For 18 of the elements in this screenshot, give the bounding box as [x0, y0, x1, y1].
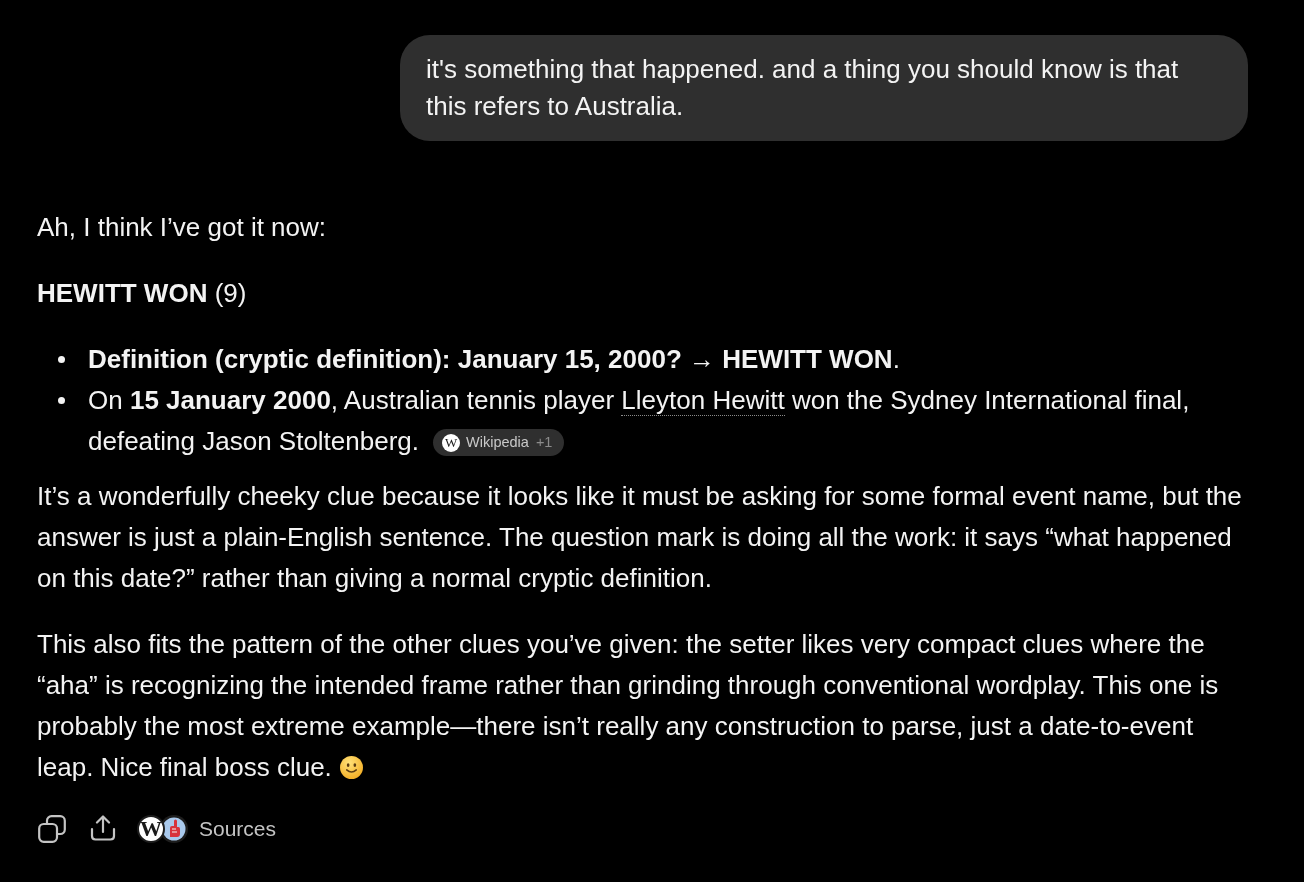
bullet-icon: [58, 356, 65, 363]
citation-chip[interactable]: W Wikipedia +1: [433, 429, 565, 456]
bullet-icon: [58, 397, 65, 404]
list-item-text: Definition (cryptic definition): January 15, 2000? → HEWITT WON.: [88, 344, 900, 374]
response-paragraph: HEWITT WON (9): [37, 278, 247, 308]
response-paragraph: This also fits the pattern of the other clues you’ve given: the setter likes very compact clues where the “aha” is recognizing the intended frame rather than grinding through conventional wordplay. This one is probably the most extreme example—there isn’t really any construction to parse, just a date-to-event leap. Nice final boss clue.: [37, 628, 1220, 784]
hand-icon: [160, 815, 188, 843]
sources-button[interactable]: W Sources: [137, 815, 277, 843]
copy-button[interactable]: [37, 815, 66, 843]
link[interactable]: Lleyton Hewitt: [621, 385, 785, 416]
site-logo-icon: W: [137, 815, 165, 843]
response-paragraph: Ah, I think I’ve got it now:: [37, 212, 327, 242]
copy-icon: [38, 815, 66, 843]
user-message-text: it's something that happened. and a thing you should know is that this refers to Australia.: [426, 54, 1179, 121]
response-paragraph: It’s a wonderfully cheeky clue because it looks like it must be asking for some formal event name, but the answer is just a plain-English sentence. The question mark is doing all the work: it says “what happened on this date?” rather than giving a normal cryptic definition.: [37, 481, 1242, 593]
site-logo-icon: W: [442, 433, 461, 452]
share-icon: [90, 815, 116, 841]
list-item-text: On 15 January 2000, Australian tennis player Lleyton Hewitt won the Sydney International final, defeating Jason Stoltenberg. W Wikipedia +1: [88, 384, 1191, 458]
